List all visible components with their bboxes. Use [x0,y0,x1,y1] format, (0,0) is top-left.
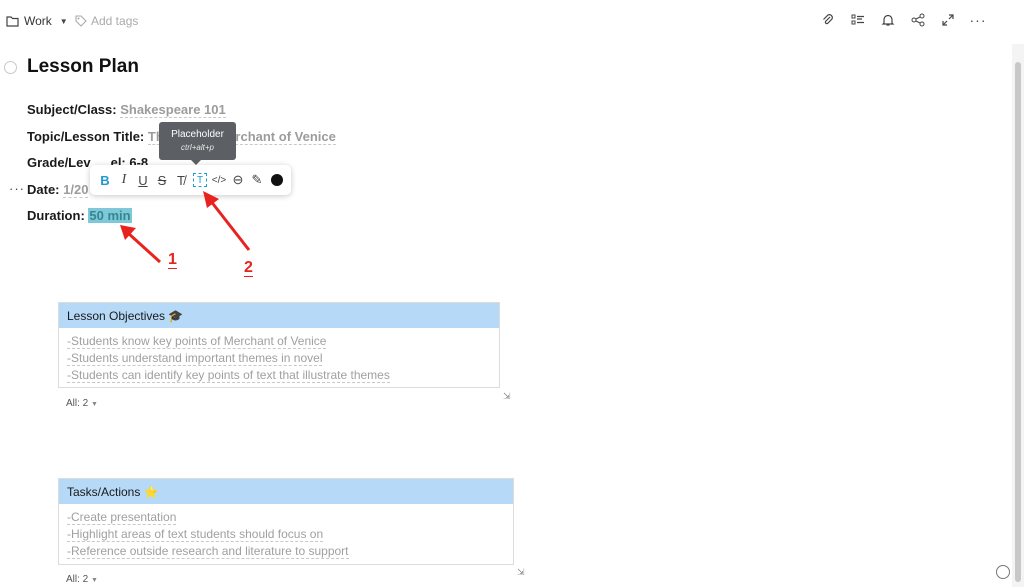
chevron-down-icon: ▼ [91,401,98,408]
annotation-label-1: 1 [168,251,177,269]
chevron-down-icon: ▼ [91,577,98,584]
annotation-label-2: 2 [244,259,253,277]
table-header[interactable]: Lesson Objectives 🎓 [59,303,499,328]
resize-handle-icon[interactable]: ⇲ [517,567,527,577]
table-row[interactable]: -Highlight areas of text students should… [59,527,513,544]
arrow-2 [203,191,251,251]
table-row[interactable]: -Create presentation [59,510,513,527]
view-selector[interactable]: All: 2 ▼ [66,574,98,585]
table-row[interactable]: -Students know key points of Merchant of… [59,334,499,351]
table-row[interactable]: -Reference outside research and literatu… [59,544,513,561]
table-header[interactable]: Tasks/Actions ⭐ [59,479,513,504]
emoji-icon[interactable] [996,565,1010,579]
table-row[interactable]: -Students understand important themes in… [59,351,499,368]
lesson-objectives-table: Lesson Objectives 🎓 -Students know key p… [58,302,500,388]
table-row[interactable]: -Students can identify key points of tex… [59,368,499,385]
tasks-actions-table: Tasks/Actions ⭐ -Create presentation -Hi… [58,478,514,565]
arrow-1 [120,225,162,264]
resize-handle-icon[interactable]: ⇲ [503,391,513,401]
view-selector[interactable]: All: 2 ▼ [66,398,98,409]
